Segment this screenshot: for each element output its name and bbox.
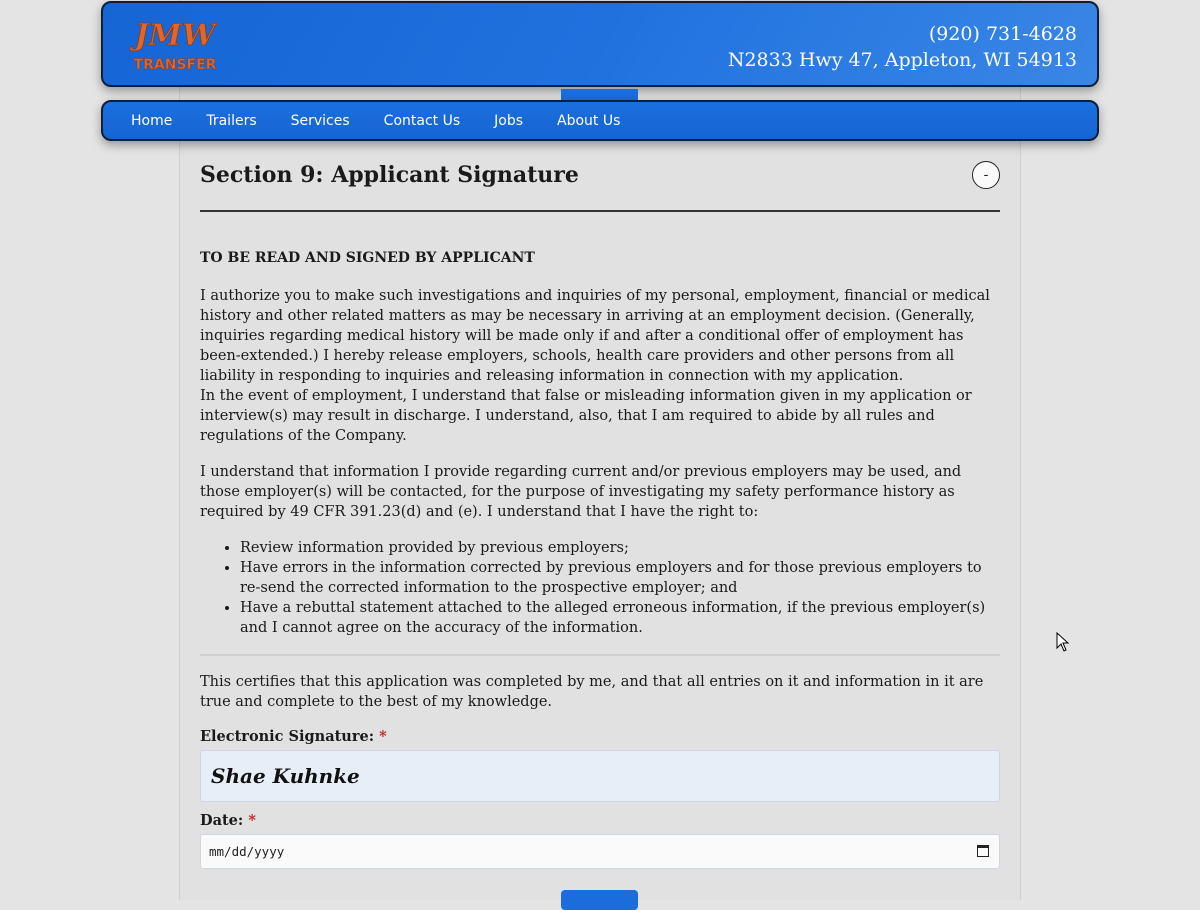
nav-item-trailers[interactable]: Trailers <box>206 113 256 129</box>
list-item: Have a rebuttal statement attached to th… <box>240 598 1000 638</box>
section-title: Section 9: Applicant Signature <box>200 162 579 188</box>
calendar-icon[interactable] <box>977 845 989 857</box>
signature-label-text: Electronic Signature: <box>200 728 375 745</box>
logo-text-top: JMW <box>129 18 218 53</box>
signature-input[interactable] <box>200 750 1000 802</box>
contact-info: (920) 731-4628 N2833 Hwy 47, Appleton, W… <box>728 21 1077 73</box>
nav-item-contact-us[interactable]: Contact Us <box>384 113 460 129</box>
company-logo[interactable]: JMW TRANSFER <box>125 15 225 73</box>
date-label-text: Date: <box>200 812 244 829</box>
phone-number[interactable]: (920) 731-4628 <box>728 21 1077 47</box>
submit-button[interactable] <box>561 890 638 910</box>
employment-text: In the event of employment, I understand… <box>200 388 972 444</box>
certification-paragraph: This certifies that this application was… <box>200 674 984 710</box>
required-marker: * <box>379 728 387 745</box>
site-header: JMW TRANSFER (920) 731-4628 N2833 Hwy 47… <box>101 1 1099 87</box>
date-placeholder: mm/dd/yyyy <box>209 844 285 859</box>
required-marker: * <box>248 812 256 829</box>
date-input[interactable]: mm/dd/yyyy <box>200 834 1000 869</box>
collapse-button[interactable]: - <box>972 161 1000 189</box>
section-header: Section 9: Applicant Signature - <box>200 146 1000 212</box>
logo-text-bottom: TRANSFER <box>134 57 217 73</box>
authorization-paragraph: I authorize you to make such investigati… <box>200 286 1000 446</box>
rights-list: Review information provided by previous … <box>200 538 1000 638</box>
nav-item-home[interactable]: Home <box>131 113 172 129</box>
section-heading: TO BE READ AND SIGNED BY APPLICANT <box>200 250 535 266</box>
authorization-text: I authorize you to make such investigati… <box>200 288 990 384</box>
application-section: Section 9: Applicant Signature - TO BE R… <box>200 146 1000 869</box>
nav-item-jobs[interactable]: Jobs <box>494 113 523 129</box>
main-nav: Home Trailers Services Contact Us Jobs A… <box>101 100 1099 141</box>
list-item: Review information provided by previous … <box>240 538 1000 558</box>
date-label: Date: * <box>200 812 1000 829</box>
list-item: Have errors in the information corrected… <box>240 558 1000 598</box>
address: N2833 Hwy 47, Appleton, WI 54913 <box>727 49 1077 71</box>
nav-item-services[interactable]: Services <box>291 113 350 129</box>
signature-label: Electronic Signature: * <box>200 728 1000 745</box>
mouse-cursor-icon <box>1056 632 1070 652</box>
nav-item-about-us[interactable]: About Us <box>557 113 620 129</box>
divider <box>200 654 1000 656</box>
employer-info-paragraph: I understand that information I provide … <box>200 464 962 520</box>
